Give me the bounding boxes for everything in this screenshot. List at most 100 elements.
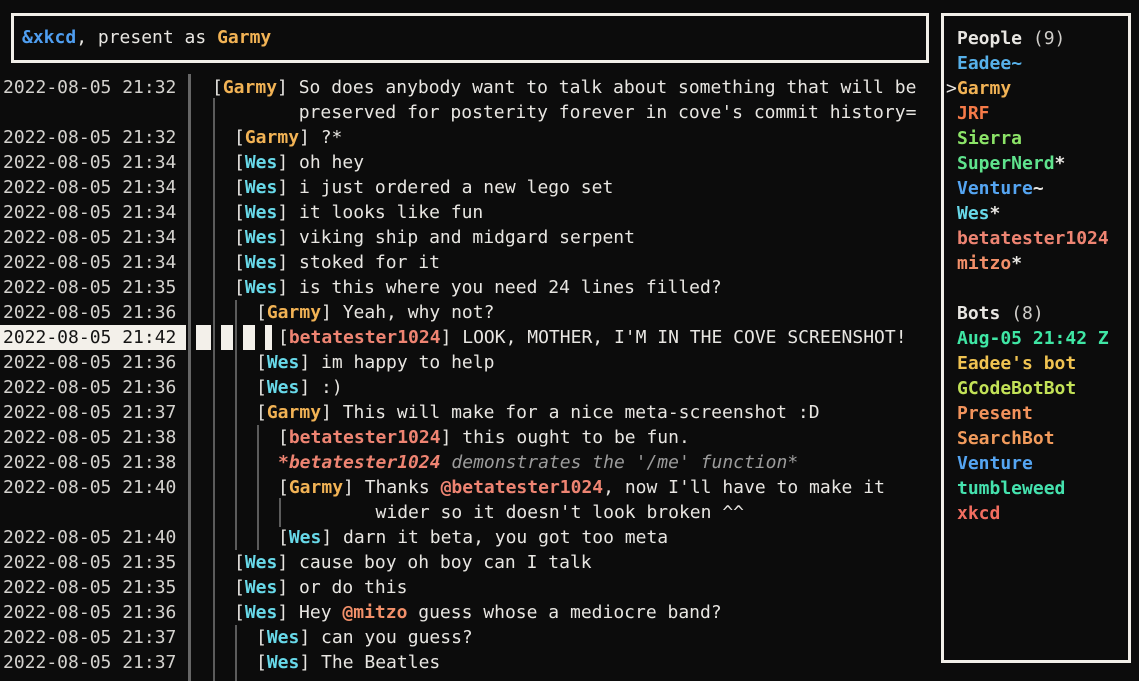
message-timestamp: 2022-08-05 21:34 xyxy=(3,150,176,175)
member-status-suffix: ~ xyxy=(1011,53,1022,74)
header-middle-text: , present as xyxy=(76,27,217,48)
message-timestamp: 2022-08-05 21:35 xyxy=(3,575,176,600)
current-user-marker: > xyxy=(946,76,957,101)
message-timestamp: 2022-08-05 21:36 xyxy=(3,350,176,375)
member-name: Present xyxy=(957,403,1033,424)
message-timestamp: 2022-08-05 21:40 xyxy=(3,525,176,550)
bot-gcodebotbot[interactable]: GCodeBotBot xyxy=(944,376,1128,401)
chat-message-row-selected[interactable]: 2022-08-05 21:42[betatester1024] LOOK, M… xyxy=(0,325,935,350)
person-venture[interactable]: Venture~ xyxy=(944,176,1128,201)
chat-message-row[interactable]: 2022-08-05 21:34 [Wes] it looks like fun xyxy=(0,200,935,225)
bot-searchbot[interactable]: SearchBot xyxy=(944,426,1128,451)
channel-name: &xkcd xyxy=(22,27,76,48)
member-status-suffix: * xyxy=(1011,253,1022,274)
bots-list: Aug-05 21:42 ZEadee's botGCodeBotBot Pres… xyxy=(944,326,1128,526)
message-timestamp: 2022-08-05 21:36 xyxy=(3,300,176,325)
message-timestamp: 2022-08-05 21:36 xyxy=(3,600,176,625)
chat-message-row[interactable]: 2022-08-05 21:35[Wes] is this where you … xyxy=(0,275,935,300)
message-timestamp: 2022-08-05 21:34 xyxy=(3,200,176,225)
member-name: JRF xyxy=(957,103,990,124)
chat-message-row[interactable]: 2022-08-05 21:38*betatester1024 demonstr… xyxy=(0,450,935,475)
chat-message-row[interactable]: 2022-08-05 21:32 [Garmy] ?* xyxy=(0,125,935,150)
chat-message-row[interactable]: 2022-08-05 21:38[betatester1024] this ou… xyxy=(0,425,935,450)
message-timestamp: 2022-08-05 21:34 xyxy=(3,250,176,275)
people-list: Eadee~>GarmyJRFSierraSuperNerd*Venture~W… xyxy=(944,51,1128,276)
chat-message-row[interactable]: 2022-08-05 21:35[Wes] cause boy oh boy c… xyxy=(0,550,935,575)
message-text: [Garmy] Yeah, why not? xyxy=(256,300,494,325)
chat-message-row[interactable]: 2022-08-05 21:36 [Garmy] Yeah, why not? xyxy=(0,300,935,325)
message-timestamp: 2022-08-05 21:34 xyxy=(3,175,176,200)
chat-message-row[interactable]: 2022-08-05 21:37[Wes] can you guess? xyxy=(0,625,935,650)
message-timestamp: 2022-08-05 21:37 xyxy=(3,400,176,425)
person-jrf[interactable]: JRF xyxy=(944,101,1128,126)
chat-message-row[interactable]: 2022-08-05 21:40 [Wes] darn it beta, you … xyxy=(0,525,935,550)
member-name: Garmy xyxy=(957,78,1011,99)
person-eadee[interactable]: Eadee~ xyxy=(944,51,1128,76)
person-sierra[interactable]: Sierra xyxy=(944,126,1128,151)
people-count: (9) xyxy=(1033,28,1066,49)
member-name: SearchBot xyxy=(957,428,1055,449)
chat-message-row[interactable]: preserved for posterity forever in cove'… xyxy=(0,100,935,125)
message-text: [Wes] stoked for it xyxy=(234,250,440,275)
bot-eadee-s-bot[interactable]: Eadee's bot xyxy=(944,351,1128,376)
chat-message-row[interactable]: 2022-08-05 21:34 [Wes] oh hey xyxy=(0,150,935,175)
chat-message-row[interactable]: wider so it doesn't look broken ^^ xyxy=(0,500,935,525)
message-text: [Wes] it looks like fun xyxy=(234,200,483,225)
member-status-suffix: * xyxy=(1055,153,1066,174)
chat-message-row[interactable]: 2022-08-05 21:40[Garmy] Thanks @betatest… xyxy=(0,475,935,500)
message-timestamp: 2022-08-05 21:40 xyxy=(3,475,176,500)
message-text: preserved for posterity forever in cove'… xyxy=(212,100,916,125)
chat-log: 2022-08-05 21:32[Garmy] So does anybody … xyxy=(0,75,935,675)
chat-message-row[interactable]: 2022-08-05 21:35[Wes] or do this xyxy=(0,575,935,600)
bot-present[interactable]: Present xyxy=(944,401,1128,426)
member-name: tumbleweed xyxy=(957,478,1065,499)
member-name: GCodeBotBot xyxy=(957,378,1076,399)
message-timestamp: 2022-08-05 21:32 xyxy=(3,125,176,150)
bots-count: (8) xyxy=(1011,303,1044,324)
message-text: [Wes] is this where you need 24 lines fi… xyxy=(234,275,722,300)
member-status-suffix: * xyxy=(990,203,1001,224)
bot-tumbleweed[interactable]: tumbleweed xyxy=(944,476,1128,501)
message-text: wider so it doesn't look broken ^^ xyxy=(278,500,744,525)
bots-section-title: Bots (8) xyxy=(944,301,1128,326)
message-text: [Wes] darn it beta, you got too meta xyxy=(278,525,668,550)
chat-message-row[interactable]: 2022-08-05 21:37[Wes] The Beatles xyxy=(0,650,935,675)
sidebar-section-gap xyxy=(944,276,1128,301)
person-betatester1024[interactable]: betatester1024 xyxy=(944,226,1128,251)
chat-message-row[interactable]: 2022-08-05 21:36[Wes] :) xyxy=(0,375,935,400)
bot-xkcd[interactable]: xkcd xyxy=(944,501,1128,526)
bot-aug-05-21-42-z[interactable]: Aug-05 21:42 Z xyxy=(944,326,1128,351)
chat-message-row[interactable]: 2022-08-05 21:34[Wes] i just ordered a n… xyxy=(0,175,935,200)
chat-message-row[interactable]: 2022-08-05 21:36[Wes] im happy to help xyxy=(0,350,935,375)
message-timestamp: 2022-08-05 21:38 xyxy=(3,425,176,450)
member-name: betatester1024 xyxy=(957,228,1109,249)
people-section-title: People (9) xyxy=(944,26,1128,51)
member-name: mitzo xyxy=(957,253,1011,274)
member-status-suffix: ~ xyxy=(1033,178,1044,199)
chat-message-row[interactable]: 2022-08-05 21:32[Garmy] So does anybody … xyxy=(0,75,935,100)
message-timestamp: 2022-08-05 21:32 xyxy=(3,75,176,100)
person-garmy[interactable]: >Garmy xyxy=(944,76,1128,101)
message-text: [Wes] oh hey xyxy=(234,150,364,175)
message-text: [Wes] can you guess? xyxy=(256,625,473,650)
member-name: Venture xyxy=(957,178,1033,199)
person-wes[interactable]: Wes* xyxy=(944,201,1128,226)
message-text: [Garmy] ?* xyxy=(234,125,342,150)
member-name: xkcd xyxy=(957,503,1000,524)
chat-message-row[interactable]: 2022-08-05 21:34 [Wes] stoked for it xyxy=(0,250,935,275)
chat-message-row[interactable]: 2022-08-05 21:37 [Garmy] This will make f… xyxy=(0,400,935,425)
chat-message-row[interactable]: 2022-08-05 21:36[Wes] Hey @mitzo guess w… xyxy=(0,600,935,625)
message-text: [Garmy] This will make for a nice meta-s… xyxy=(256,400,820,425)
member-name: Wes xyxy=(957,203,990,224)
message-text: [Wes] :) xyxy=(256,375,343,400)
message-text: [Wes] viking ship and midgard serpent xyxy=(234,225,635,250)
member-sidebar: People (9) Eadee~>GarmyJRFSierraSuperNer… xyxy=(941,13,1131,663)
person-mitzo[interactable]: mitzo* xyxy=(944,251,1128,276)
message-text: *betatester1024 demonstrates the '/me' f… xyxy=(278,450,798,475)
chat-message-row[interactable]: 2022-08-05 21:34[Wes] viking ship and mi… xyxy=(0,225,935,250)
bot-venture[interactable]: Venture xyxy=(944,451,1128,476)
member-name: Eadee xyxy=(957,53,1011,74)
message-text: [betatester1024] LOOK, MOTHER, I'M IN TH… xyxy=(278,325,907,350)
member-name: Aug-05 21:42 Z xyxy=(957,328,1109,349)
person-supernerd[interactable]: SuperNerd* xyxy=(944,151,1128,176)
